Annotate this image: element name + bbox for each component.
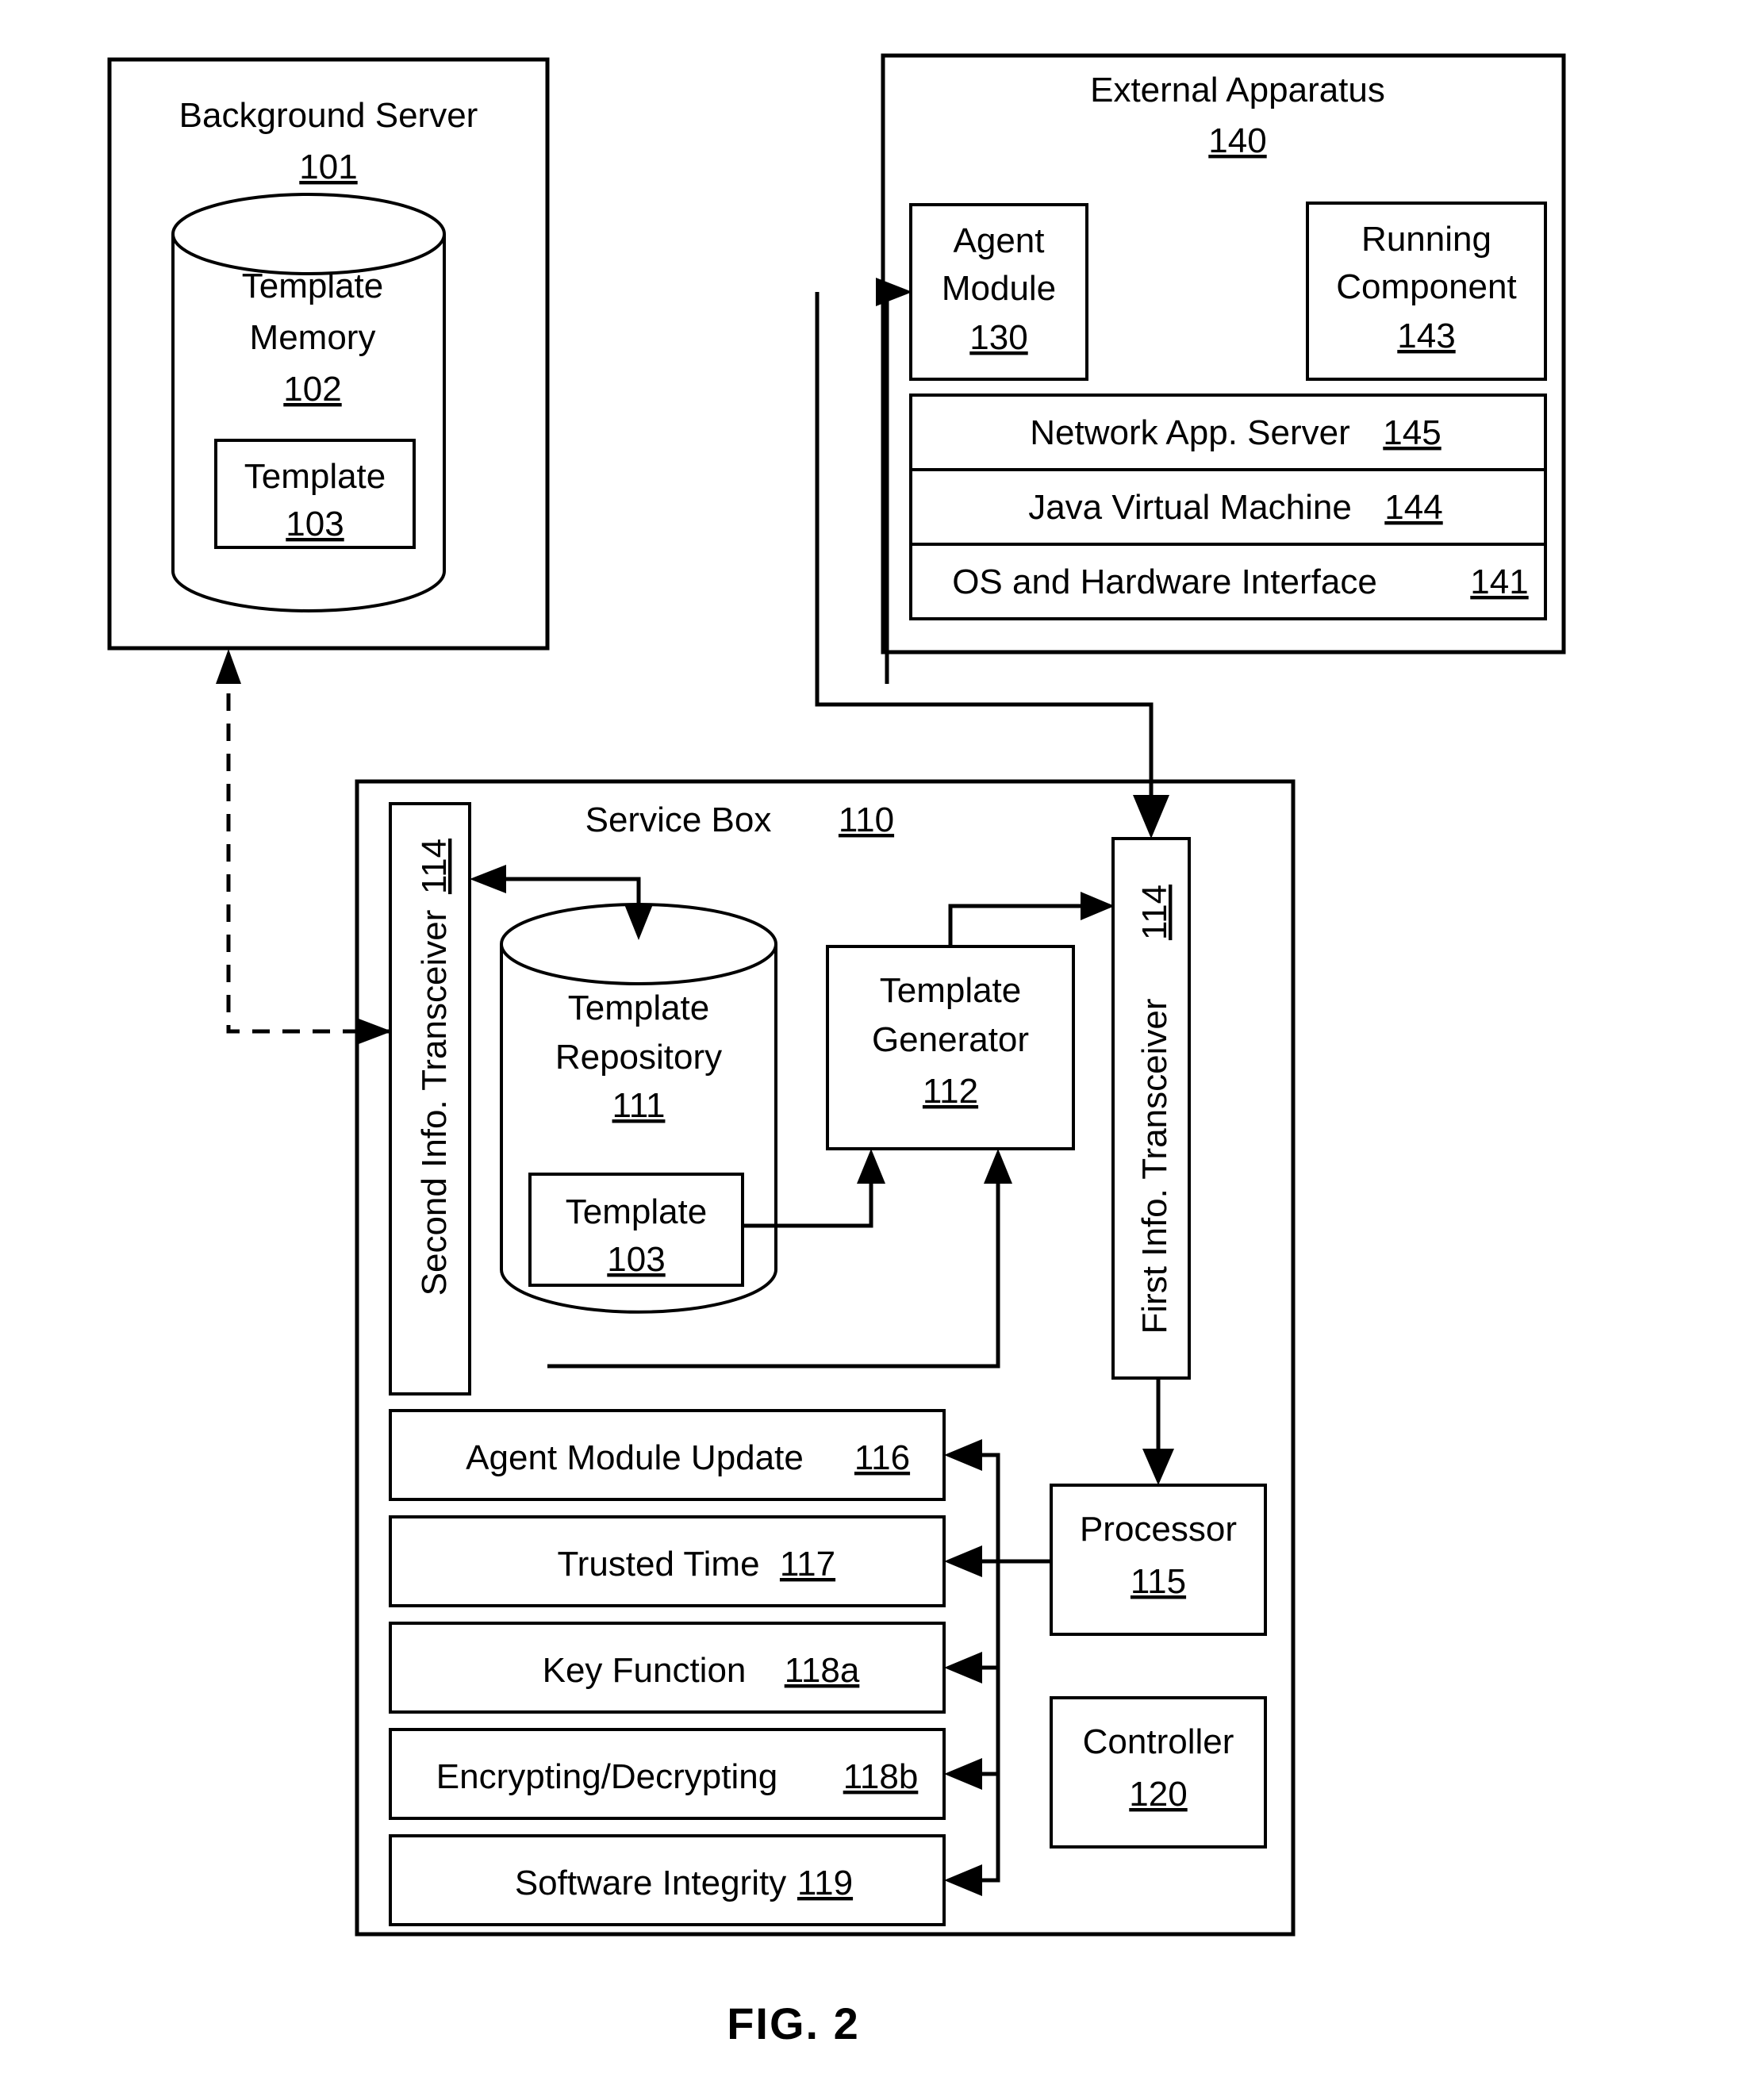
server-template-label: Template [244, 457, 386, 496]
stack-item-2-label: OS and Hardware Interface [952, 562, 1377, 601]
agent-module-line1: Agent [954, 221, 1045, 260]
function-1-ref: 117 [780, 1545, 835, 1584]
function-4-ref: 119 [797, 1864, 853, 1902]
template-repository-ref: 111 [612, 1086, 666, 1125]
connector-server-dashed [226, 670, 390, 1034]
second-info-transceiver-ref: 114 [415, 839, 454, 894]
second-info-transceiver-label: Second Info. Transceiver [415, 910, 454, 1296]
stack-item-2-ref: 141 [1470, 562, 1528, 601]
function-0-label: Agent Module Update [466, 1438, 804, 1477]
function-3-ref: 118b [843, 1757, 919, 1796]
running-component-ref: 143 [1397, 317, 1455, 355]
diagram-canvas: Background Server 101 Template Memory 10… [107, 53, 1566, 2048]
connector-to-agent-module [885, 290, 899, 684]
external-apparatus-title: External Apparatus [1090, 71, 1385, 109]
controller-ref: 120 [1129, 1775, 1187, 1814]
connector-processor-to-fn3 [977, 1668, 1000, 1776]
external-apparatus-ref: 140 [1208, 121, 1266, 160]
function-0-ref: 116 [854, 1438, 910, 1477]
arrowhead-to-background-server [216, 649, 241, 684]
template-repository-line1: Template [568, 989, 710, 1027]
background-server-group: Background Server 101 Template Memory 10… [107, 57, 550, 651]
server-template-ref: 103 [286, 505, 344, 543]
template-generator-line1: Template [880, 971, 1022, 1010]
processor-label: Processor [1080, 1510, 1237, 1549]
service-box-title: Service Box [585, 800, 772, 839]
arrowhead-processor-in [1142, 1449, 1174, 1485]
stack-item-1-label: Java Virtual Machine [1028, 488, 1352, 527]
function-3-label: Encrypting/Decrypting [436, 1757, 777, 1796]
figure-caption: FIG. 2 [727, 1998, 860, 2048]
stack-item-0-label: Network App. Server [1030, 413, 1350, 452]
arrowhead-fn1 [944, 1545, 982, 1577]
patent-figure: Background Server 101 Template Memory 10… [0, 0, 1739, 2100]
connector-generator-to-first-transceiver [948, 904, 1095, 946]
function-2-ref: 118a [785, 1651, 860, 1690]
processor-box [1050, 1484, 1267, 1636]
service-box-group: Service Box 110 Second Info. Transceiver… [355, 779, 1296, 1937]
service-box-ref: 110 [839, 800, 894, 839]
arrowhead-first-transceiver-in [1133, 795, 1169, 839]
connector-processor-to-fn4 [977, 1774, 1000, 1883]
first-info-transceiver-label: First Info. Transceiver [1135, 998, 1174, 1334]
template-repository-line2: Repository [555, 1038, 722, 1077]
arrowhead-fn0 [944, 1439, 982, 1471]
arrowhead-generator-in-right [984, 1149, 1012, 1184]
template-memory-line1: Template [242, 267, 384, 305]
arrowhead-generator-in-left [857, 1149, 885, 1184]
connector-ext-to-first-transceiver [815, 292, 1154, 816]
external-apparatus-group: External Apparatus 140 Agent Module 130 … [881, 53, 1566, 655]
function-1-label: Trusted Time [557, 1545, 759, 1584]
repo-template-label: Template [566, 1192, 708, 1231]
template-generator-ref: 112 [923, 1072, 978, 1111]
template-memory-line2: Memory [250, 318, 376, 357]
connector-processor-to-fn0 [977, 1453, 1051, 1564]
running-component-line1: Running [1361, 220, 1491, 259]
first-info-transceiver-ref: 114 [1135, 885, 1174, 940]
arrowhead-fn4 [944, 1864, 982, 1896]
running-component-line2: Component [1336, 267, 1516, 306]
background-server-ref: 101 [299, 148, 357, 186]
function-4-label: Software Integrity [515, 1864, 786, 1902]
arrowhead-first-transceiver-left [1081, 892, 1115, 920]
arrowhead-fn3 [944, 1758, 982, 1790]
controller-box [1050, 1696, 1267, 1849]
template-memory-ref: 102 [283, 370, 341, 409]
controller-label: Controller [1083, 1722, 1234, 1761]
stack-item-0-ref: 145 [1383, 413, 1441, 452]
template-generator-line2: Generator [872, 1020, 1029, 1059]
arrowhead-fn2 [944, 1652, 982, 1683]
background-server-title: Background Server [179, 96, 478, 135]
arrowhead-to-second-transceiver [359, 1019, 392, 1044]
agent-module-ref: 130 [969, 318, 1027, 357]
function-2-label: Key Function [543, 1651, 747, 1690]
arrowhead-second-transceiver-left [470, 865, 506, 893]
processor-ref: 115 [1131, 1562, 1186, 1601]
arrowhead-agent-module-in [876, 278, 912, 306]
stack-item-1-ref: 144 [1384, 488, 1442, 527]
connector-processor-to-fn2 [977, 1561, 1000, 1670]
agent-module-line2: Module [942, 269, 1056, 308]
repo-template-ref: 103 [607, 1240, 665, 1279]
